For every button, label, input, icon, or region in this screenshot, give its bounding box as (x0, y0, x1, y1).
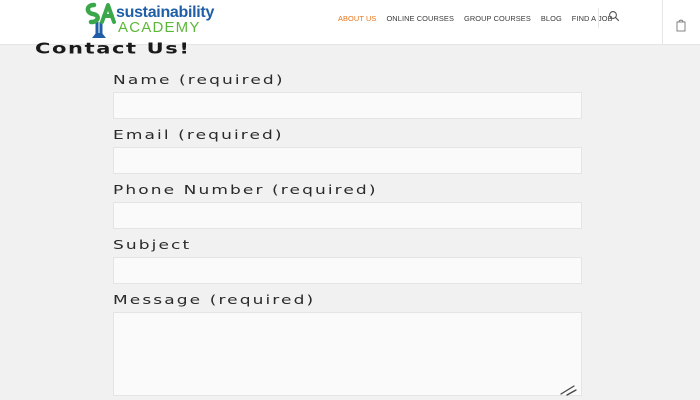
subject-label: Subject (113, 238, 192, 253)
email-label: Email (required) (113, 128, 284, 143)
site-header: sustainability ACADEMY ABOUT US ONLINE C… (0, 0, 700, 45)
main-nav: ABOUT US ONLINE COURSES GROUP COURSES BL… (338, 12, 623, 24)
nav-divider (598, 8, 599, 28)
nav-item-group-courses[interactable]: GROUP COURSES (464, 14, 531, 23)
cart-divider (662, 0, 663, 44)
cart-icon[interactable] (676, 18, 686, 32)
nav-item-blog[interactable]: BLOG (541, 14, 562, 23)
message-label: Message (required) (113, 293, 316, 308)
subject-input[interactable] (113, 257, 582, 284)
name-label: Name (required) (113, 73, 285, 88)
message-textarea[interactable] (113, 312, 582, 396)
phone-label: Phone Number (required) (113, 183, 378, 198)
resize-handle-icon[interactable] (558, 384, 578, 396)
search-icon[interactable] (608, 10, 620, 22)
page-title: Contact Us! (35, 40, 191, 58)
phone-input[interactable] (113, 202, 582, 229)
nav-item-about-us[interactable]: ABOUT US (338, 14, 376, 23)
site-logo[interactable]: sustainability ACADEMY (82, 2, 227, 38)
email-input[interactable] (113, 147, 582, 174)
logo-text-academy: ACADEMY (118, 19, 201, 36)
nav-item-find-a-job[interactable]: FIND A JOB (572, 14, 613, 23)
sa-logo-mark-icon (85, 2, 116, 38)
nav-item-online-courses[interactable]: ONLINE COURSES (386, 14, 454, 23)
name-input[interactable] (113, 92, 582, 119)
